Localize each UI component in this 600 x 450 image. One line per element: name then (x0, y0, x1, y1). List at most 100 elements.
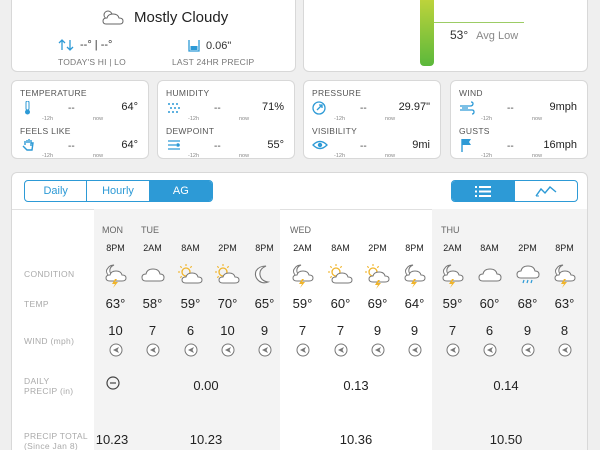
hour-time: 8AM (181, 243, 200, 253)
wind-direction-icon (109, 343, 122, 357)
condition-icon-cell (134, 263, 171, 285)
wind-row-label: WIND (mph) (24, 336, 75, 346)
wind-direction-icon (446, 343, 459, 357)
wind-sub-past: -12h (481, 116, 493, 122)
hour-wind: 7 (298, 323, 307, 338)
wind-direction-cell (396, 343, 433, 357)
day-tue: TUE (141, 225, 159, 235)
hand-icon (22, 139, 34, 151)
wind-card[interactable]: WIND -- 9mph -12h now GUSTS -- 16mph -12… (450, 80, 588, 159)
pressure-now: 29.97" (398, 101, 430, 113)
pressure-label: PRESSURE (312, 88, 362, 98)
hour-time: 2AM (293, 243, 312, 253)
temperature-card[interactable]: TEMPERATURE -- 64° -12h now FEELS LIKE -… (11, 80, 149, 159)
wind-direction-cell (134, 343, 171, 357)
precip-row: 0.06" (188, 39, 231, 52)
wind-direction-cell (246, 343, 283, 357)
avg-low: 53° Avg Low (450, 28, 518, 42)
hour-wind: 9 (523, 323, 532, 338)
wind-direction-icon (521, 343, 534, 357)
visibility-sub-past: -12h (334, 153, 346, 159)
hour-temp: 60° (479, 296, 500, 311)
current-conditions-card: Mostly Cloudy --° | --° TODAY'S HI | LO … (11, 0, 296, 72)
wind-direction-cell (322, 343, 359, 357)
daily-precip-label-1: DAILY (24, 376, 50, 386)
hour-time: 8PM (405, 243, 424, 253)
forecast-tabs: Daily Hourly AG (24, 180, 213, 202)
pressure-past: -- (360, 103, 367, 114)
condition-icon-cell (172, 263, 209, 285)
forecast-panel: Daily Hourly AG CONDITION TEMP WIND (mph… (11, 172, 588, 450)
hour-temp: 59° (442, 296, 463, 311)
hour-time: 8AM (331, 243, 350, 253)
night-storm-icon (441, 264, 464, 288)
wind-past: -- (507, 103, 514, 114)
pressure-card[interactable]: PRESSURE -- 29.97" -12h now VISIBILITY -… (303, 80, 441, 159)
feels-like-past: -- (68, 141, 75, 152)
precip-total-tue: 10.23 (189, 432, 223, 447)
list-view-button[interactable] (452, 181, 515, 201)
daily-precip-thu: 0.14 (493, 378, 519, 393)
wind-direction-icon (334, 343, 347, 357)
partly-sunny-icon (327, 264, 353, 284)
precip-value: 0.06" (206, 39, 232, 52)
hour-temp: 59° (292, 296, 313, 311)
hour-temp: 63° (105, 296, 126, 311)
hour-time: 8AM (480, 243, 499, 253)
humidity-card[interactable]: HUMIDITY -- 71% -12h now DEWPOINT -- 55°… (157, 80, 295, 159)
avg-low-value: 53° (450, 28, 469, 42)
hour-time: 2AM (443, 243, 462, 253)
pressure-gauge-icon (312, 101, 326, 115)
wind-direction-icon (221, 343, 234, 357)
wind-direction-cell (509, 343, 546, 357)
mostly-cloudy-icon (102, 10, 124, 25)
precip-total-wed: 10.36 (339, 432, 373, 447)
wind-direction-icon (296, 343, 309, 357)
humidity-icon (168, 103, 180, 113)
rain-icon (515, 265, 540, 284)
wind-icon (460, 101, 475, 115)
hour-temp: 68° (517, 296, 538, 311)
wind-direction-icon (258, 343, 271, 357)
hour-time: 2PM (218, 243, 237, 253)
hour-temp: 63° (554, 296, 575, 311)
humidity-now: 71% (261, 101, 284, 113)
tab-hourly[interactable]: Hourly (87, 181, 150, 201)
temperature-bar (420, 0, 434, 66)
rain-gauge-icon (188, 40, 200, 52)
avg-low-label: Avg Low (476, 30, 519, 42)
condition-text: Mostly Cloudy (134, 8, 229, 26)
dewpoint-icon (168, 140, 180, 150)
daily-precip-mon (102, 376, 124, 393)
graph-view-button[interactable] (515, 181, 578, 201)
hour-time: 2PM (368, 243, 387, 253)
tab-daily[interactable]: Daily (25, 181, 88, 201)
condition-icon-cell (396, 263, 433, 288)
gusts-sub-past: -12h (481, 153, 493, 159)
wind-direction-cell (172, 343, 209, 357)
wind-direction-icon (184, 343, 197, 357)
gusts-now: 16mph (543, 139, 577, 151)
wind-direction-icon (146, 343, 159, 357)
day-wed: WED (290, 225, 311, 235)
night-storm-icon (403, 264, 426, 288)
hour-time: 8PM (555, 243, 574, 253)
gusts-past: -- (507, 141, 514, 152)
visibility-sub-now: now (385, 153, 396, 159)
humidity-sub-now: now (239, 116, 250, 122)
hi-lo-value: --° | --° (80, 39, 113, 51)
cloudy-icon (477, 268, 502, 282)
wind-direction-icon (483, 343, 496, 357)
hi-lo-row: --° | --° (58, 39, 112, 51)
wind-direction-icon (408, 343, 421, 357)
partly-sunny-icon (214, 264, 240, 284)
night-storm-icon (291, 264, 314, 288)
wind-sub-now: now (532, 116, 543, 122)
temperature-sub-now: now (93, 116, 104, 122)
tab-ag[interactable]: AG (149, 181, 212, 201)
temp-row-label: TEMP (24, 299, 49, 309)
condition-icon-cell (284, 263, 321, 288)
day-mon: MON (102, 225, 123, 235)
precip-caption: LAST 24HR PRECIP (172, 57, 255, 67)
humidity-past: -- (214, 103, 221, 114)
